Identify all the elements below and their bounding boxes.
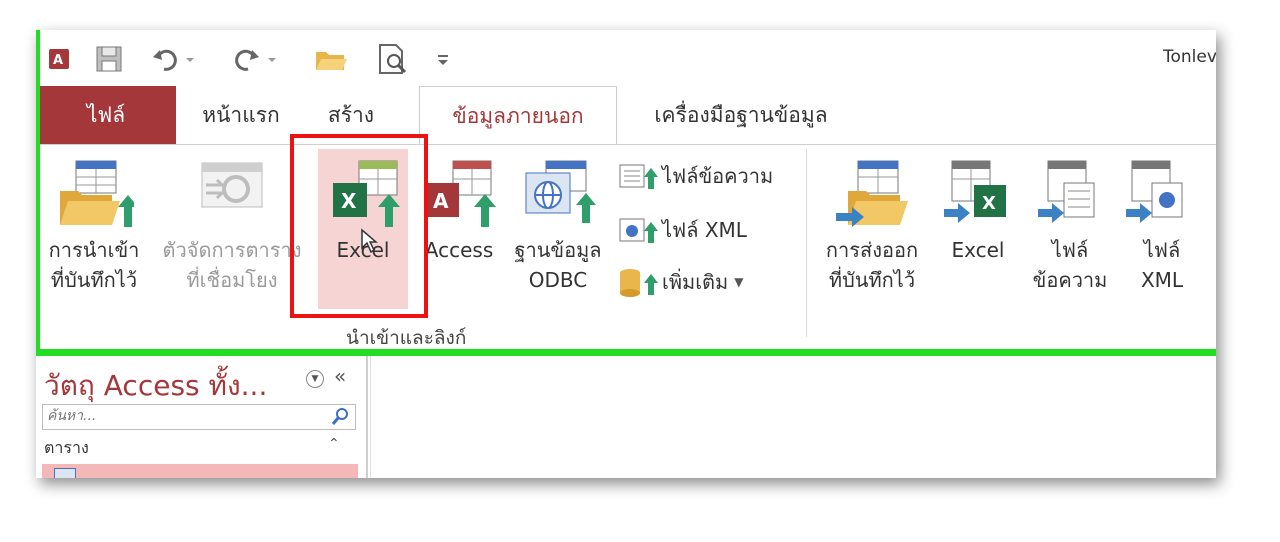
navigation-pane: วัตถุ Access ทั้ง... ▼ « ตาราง ⌃ — [36, 356, 368, 478]
import-more-button[interactable]: เพิ่มเติม ▼ — [616, 265, 743, 299]
import-access-label: Access — [424, 238, 494, 262]
shutter-bar-collapse-icon[interactable]: « — [334, 364, 346, 388]
nav-table-item[interactable] — [42, 464, 358, 478]
export-xml-label-2: XML — [1140, 268, 1184, 292]
workspace-area — [370, 356, 1216, 478]
nav-search-box — [42, 404, 356, 430]
chevron-down-icon: ▼ — [734, 275, 744, 289]
tab-home[interactable]: หน้าแรก — [186, 86, 296, 144]
redo-icon[interactable] — [232, 44, 278, 74]
mouse-cursor-icon — [360, 228, 379, 258]
import-text-file-button[interactable]: ไฟล์ข้อความ — [616, 159, 773, 193]
odbc-label-1: ฐานข้อมูล — [514, 238, 602, 262]
linked-table-manager-button[interactable]: ตัวจัดการตาราง ที่เชื่อมโยง — [154, 145, 310, 295]
text-file-icon — [616, 159, 658, 193]
text-export-icon — [1030, 157, 1110, 235]
red-callout-box — [290, 134, 428, 318]
ribbon-panel: การนำเข้า ที่บันทึกไว้ ตัวจัดการตาราง ที… — [36, 144, 1216, 349]
export-xml-file-button[interactable]: ไฟล์ XML — [1122, 145, 1202, 295]
export-text-label-1: ไฟล์ — [1051, 238, 1089, 262]
app-window: A Tonlev ไฟล์ หน้าแรก สร้าง ข้อมูลภายนอก… — [36, 30, 1216, 478]
open-folder-icon[interactable] — [314, 44, 348, 74]
linked-table-manager-label-1: ตัวจัดการตาราง — [162, 238, 302, 262]
save-icon[interactable] — [94, 44, 124, 74]
nav-search-input[interactable] — [43, 405, 321, 427]
svg-text:X: X — [982, 193, 996, 214]
linked-table-manager-label-2: ที่เชื่อมโยง — [186, 268, 278, 292]
saved-imports-button[interactable]: การนำเข้า ที่บันทึกไว้ — [38, 145, 150, 295]
import-more-label: เพิ่มเติม — [662, 270, 729, 294]
access-logo-icon: A — [48, 44, 72, 74]
tab-external-data[interactable]: ข้อมูลภายนอก — [419, 86, 617, 146]
more-database-icon — [616, 265, 658, 299]
access-import-icon: A — [419, 157, 499, 235]
green-highlight-frame-left — [36, 30, 40, 356]
nav-pane-title[interactable]: วัตถุ Access ทั้ง... — [44, 364, 267, 408]
print-preview-icon[interactable] — [376, 44, 410, 74]
export-text-label-2: ข้อความ — [1032, 268, 1108, 292]
window-title: Tonlev — [1163, 47, 1216, 67]
search-icon[interactable] — [331, 406, 351, 430]
saved-exports-label-1: การส่งออก — [825, 238, 919, 262]
excel-export-icon: X — [938, 157, 1018, 235]
saved-imports-label-2: ที่บันทึกไว้ — [50, 268, 138, 292]
import-xml-file-button[interactable]: ไฟล์ XML — [616, 213, 747, 247]
saved-imports-icon — [54, 157, 138, 235]
xml-export-icon — [1122, 157, 1202, 235]
table-icon — [54, 468, 76, 478]
saved-exports-label-2: ที่บันทึกไว้ — [828, 268, 916, 292]
ribbon-tabs: ไฟล์ หน้าแรก สร้าง ข้อมูลภายนอก เครื่องม… — [36, 86, 1216, 146]
undo-icon[interactable] — [150, 44, 196, 74]
green-highlight-frame-bottom — [36, 349, 1216, 356]
tab-database-tools[interactable]: เครื่องมือฐานข้อมูล — [626, 86, 856, 144]
import-odbc-button[interactable]: ฐานข้อมูล ODBC — [506, 145, 610, 295]
quick-access-toolbar: A Tonlev — [36, 30, 1216, 86]
import-text-file-label: ไฟล์ข้อความ — [662, 164, 774, 188]
tab-file[interactable]: ไฟล์ — [36, 86, 176, 144]
ribbon-group-separator — [806, 149, 807, 337]
customize-toolbar-icon[interactable] — [436, 44, 450, 74]
saved-imports-label-1: การนำเข้า — [48, 238, 140, 262]
export-xml-label-1: ไฟล์ — [1143, 238, 1181, 262]
nav-group-tables[interactable]: ตาราง — [44, 436, 89, 461]
export-excel-button[interactable]: X Excel — [936, 145, 1020, 265]
import-xml-file-label: ไฟล์ XML — [662, 218, 747, 242]
svg-text:A: A — [53, 53, 63, 68]
xml-file-icon — [616, 213, 658, 247]
saved-exports-button[interactable]: การส่งออก ที่บันทึกไว้ — [812, 145, 932, 295]
import-access-button[interactable]: A Access — [416, 145, 502, 265]
nav-menu-chevron-icon[interactable]: ▼ — [306, 370, 324, 388]
export-excel-label: Excel — [951, 238, 1005, 262]
saved-exports-icon — [832, 157, 912, 235]
svg-text:A: A — [433, 189, 449, 213]
export-text-file-button[interactable]: ไฟล์ ข้อความ — [1022, 145, 1118, 295]
linked-table-manager-icon — [192, 157, 272, 235]
collapse-group-icon[interactable]: ⌃ — [328, 436, 340, 452]
odbc-label-2: ODBC — [528, 268, 588, 292]
odbc-database-icon — [518, 157, 598, 235]
